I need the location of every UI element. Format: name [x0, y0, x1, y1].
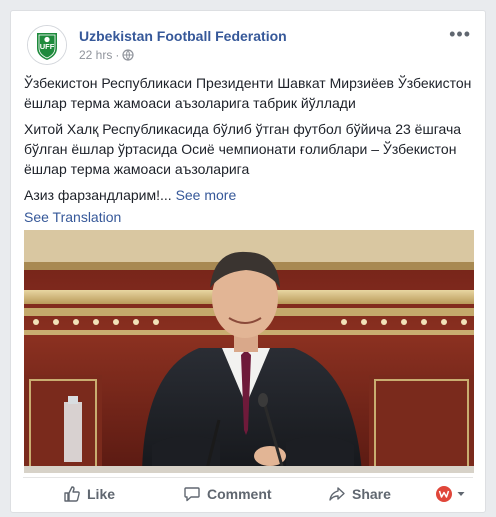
like-label: Like	[87, 486, 116, 502]
globe-icon[interactable]	[122, 49, 134, 61]
post-header: UFF Uzbekistan Football Federation 22 hr…	[23, 23, 473, 67]
uff-logo-icon: UFF	[28, 26, 66, 64]
thumbs-up-icon	[64, 486, 80, 502]
page-name-link[interactable]: Uzbekistan Football Federation	[79, 28, 287, 44]
see-more-link[interactable]: See more	[176, 187, 237, 203]
post-actions: Like Comment Share	[23, 477, 473, 508]
reaction-icon	[436, 486, 452, 502]
post-paragraph-3: Азиз фарзандларим!... See more	[24, 185, 476, 205]
post-image	[24, 230, 474, 473]
post-photo[interactable]	[24, 230, 474, 473]
post-card: UFF Uzbekistan Football Federation 22 hr…	[10, 10, 486, 513]
post-text: Ўзбекистон Республикаси Президенти Шавка…	[24, 73, 476, 227]
page-avatar[interactable]: UFF	[27, 25, 67, 65]
post-paragraph-3-text: Азиз фарзандларим!...	[24, 187, 172, 203]
post-paragraph-2: Хитой Халқ Республикасида бўлиб ўтган фу…	[24, 121, 462, 177]
more-options-icon[interactable]: •••	[449, 25, 471, 43]
comment-button[interactable]: Comment	[183, 482, 272, 506]
share-button[interactable]: Share	[328, 482, 391, 506]
post-meta: 22 hrs ·	[79, 48, 134, 62]
post-paragraph-1: Ўзбекистон Республикаси Президенти Шавка…	[24, 75, 472, 111]
reaction-selector[interactable]	[435, 482, 466, 506]
like-button[interactable]: Like	[63, 482, 115, 506]
chevron-down-icon	[457, 492, 465, 496]
avatar-text: UFF	[40, 42, 55, 51]
post-timestamp[interactable]: 22 hrs	[79, 48, 112, 62]
meta-separator: ·	[115, 48, 120, 62]
share-label: Share	[352, 486, 391, 502]
comment-label: Comment	[207, 486, 272, 502]
see-translation-link[interactable]: See Translation	[24, 207, 476, 227]
comment-icon	[184, 487, 200, 502]
share-icon	[329, 487, 345, 501]
